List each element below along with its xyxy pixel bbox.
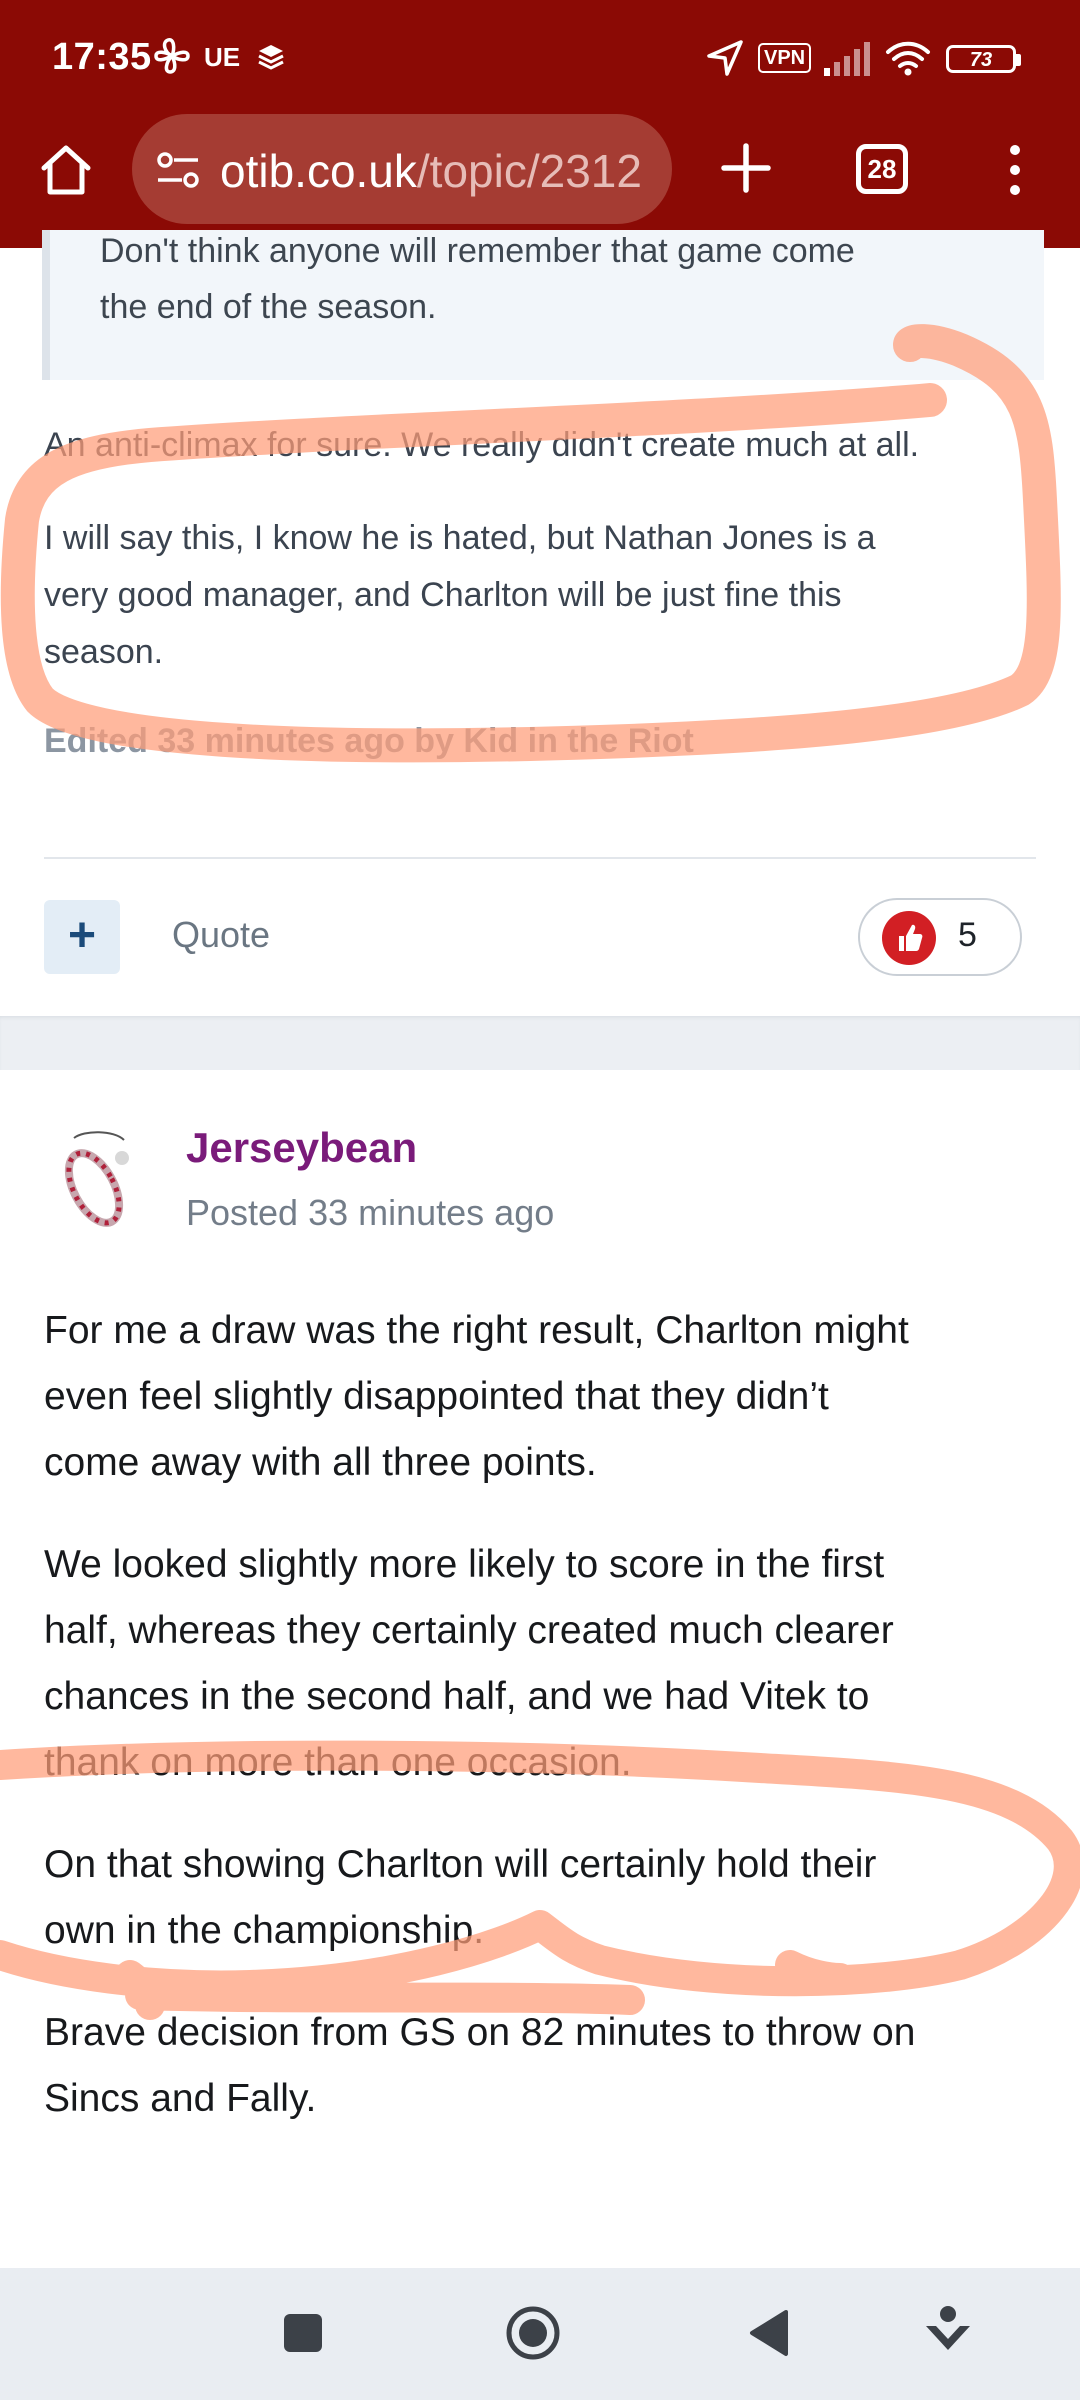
reaction-button[interactable]: 5 — [858, 898, 1022, 976]
edited-note: Edited 33 minutes ago by Kid in the Riot — [44, 722, 694, 760]
fan-icon — [154, 38, 190, 74]
author-name-link[interactable]: Jerseybean — [186, 1124, 417, 1172]
post-text-line: very good manager, and Charlton will be … — [44, 576, 842, 614]
url-path: /topic/2312 — [416, 145, 642, 197]
url-text[interactable]: otib.co.uk/topic/2312 — [220, 144, 642, 198]
thumbs-up-icon — [882, 911, 936, 965]
more-menu-icon[interactable] — [1000, 140, 1030, 200]
back-button[interactable] — [746, 2308, 792, 2358]
signal-icon — [824, 42, 870, 76]
location-arrow-icon — [707, 40, 743, 76]
system-navigation-bar — [0, 2268, 1080, 2400]
post-text-line: Brave decision from GS on 82 minutes to … — [44, 2011, 916, 2054]
vpn-badge: VPN — [758, 43, 812, 73]
post-text-line: thank on more than one occasion. — [44, 1741, 632, 1784]
post-text-line: Sincs and Fally. — [44, 2077, 317, 2120]
post-text-line: season. — [44, 633, 164, 671]
battery-level: 73 — [969, 49, 993, 71]
reaction-count: 5 — [958, 916, 977, 954]
post-timestamp[interactable]: Posted 33 minutes ago — [186, 1192, 554, 1234]
avatar[interactable] — [44, 1130, 148, 1234]
browser-toolbar: otib.co.uk/topic/2312 28 — [0, 110, 1080, 248]
quoted-text-block: Don't think anyone will remember that ga… — [42, 230, 1044, 380]
post-text-line: We looked slightly more likely to score … — [44, 1543, 885, 1586]
site-settings-icon[interactable] — [154, 150, 202, 190]
post-text-line: On that showing Charlton will certainly … — [44, 1843, 877, 1886]
new-tab-icon[interactable] — [718, 140, 774, 196]
quote-button[interactable]: Quote — [172, 914, 270, 956]
post-text-line: even feel slightly disappointed that the… — [44, 1375, 829, 1418]
quote-line: Don't think anyone will remember that ga… — [100, 232, 855, 270]
post-text-line: chances in the second half, and we had V… — [44, 1675, 870, 1718]
clock: 17:35 — [52, 36, 152, 78]
carrier-label: UE — [204, 42, 241, 72]
post-text-line: An anti-climax for sure. We really didn'… — [44, 426, 920, 464]
battery-icon: 73 — [946, 45, 1016, 73]
status-bar: 17:35 UE VPN 73 — [0, 0, 1080, 110]
post-text-line: come away with all three points. — [44, 1441, 597, 1484]
recents-button[interactable] — [284, 2314, 322, 2352]
post-separator — [0, 1016, 1080, 1070]
address-bar[interactable]: otib.co.uk/topic/2312 — [132, 114, 672, 224]
url-domain: otib.co.uk — [220, 145, 417, 197]
home-icon[interactable] — [36, 140, 96, 200]
multiquote-add-button[interactable]: + — [44, 900, 120, 974]
home-button[interactable] — [504, 2304, 562, 2362]
layers-icon — [258, 45, 284, 70]
battery-tip — [1016, 54, 1021, 66]
post-text-line: For me a draw was the right result, Char… — [44, 1309, 909, 1352]
tab-switcher-button[interactable]: 28 — [856, 144, 908, 194]
post-text-line: I will say this, I know he is hated, but… — [44, 519, 876, 557]
wifi-icon — [886, 41, 930, 76]
quote-line: the end of the season. — [100, 288, 437, 326]
post-text-line: own in the championship. — [44, 1909, 485, 1952]
post-text-line: half, whereas they certainly created muc… — [44, 1609, 894, 1652]
divider — [44, 857, 1036, 859]
hide-keyboard-icon[interactable] — [922, 2304, 974, 2360]
